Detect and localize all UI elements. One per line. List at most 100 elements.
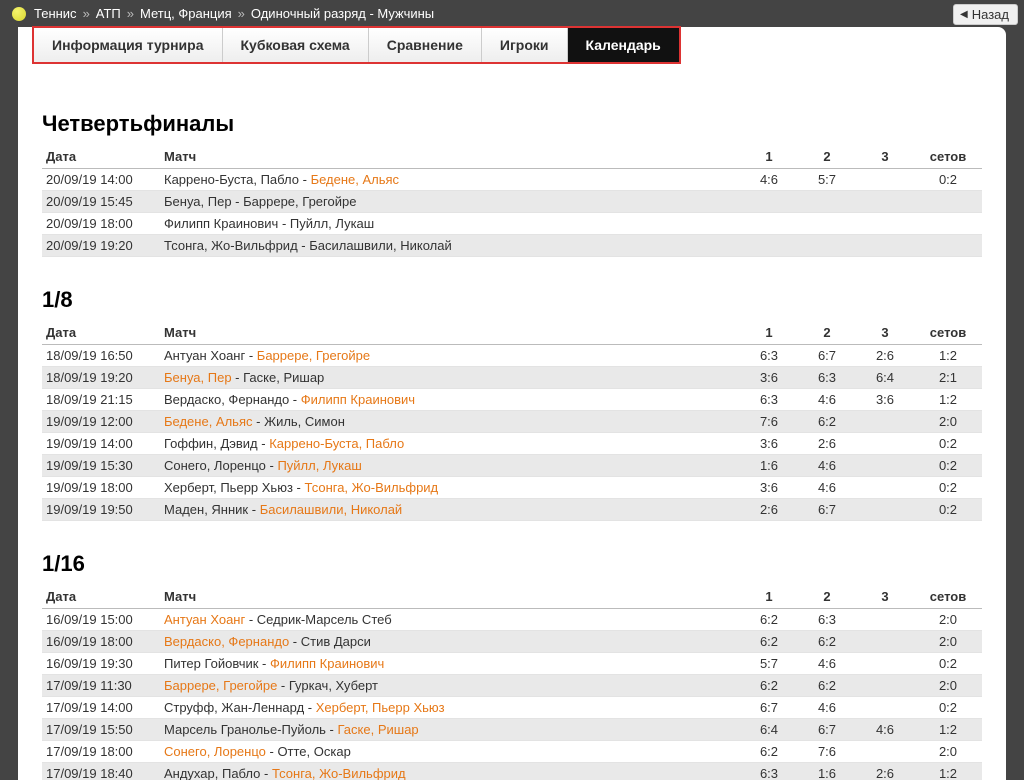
match-players: Антуан Хоанг - Баррере, Грегойре bbox=[160, 345, 740, 367]
player-2[interactable]: Баррере, Грегойре bbox=[243, 194, 356, 209]
score-s2: 2:6 bbox=[798, 433, 856, 455]
score-s2: 4:6 bbox=[798, 697, 856, 719]
tab-кубковая-схема[interactable]: Кубковая схема bbox=[223, 28, 369, 62]
player-2[interactable]: Тсонга, Жо-Вильфрид bbox=[272, 766, 406, 780]
player-2[interactable]: Седрик-Марсель Стеб bbox=[257, 612, 392, 627]
player-2[interactable]: Баррере, Грегойре bbox=[257, 348, 370, 363]
table-row[interactable]: 17/09/19 18:40Андухар, Пабло - Тсонга, Ж… bbox=[42, 763, 982, 780]
chevron-left-icon: ◀ bbox=[960, 9, 968, 20]
player-2[interactable]: Пуйлл, Лукаш bbox=[290, 216, 374, 231]
player-1[interactable]: Маден, Янник bbox=[164, 502, 248, 517]
player-1[interactable]: Антуан Хоанг bbox=[164, 348, 245, 363]
header-s2: 2 bbox=[798, 585, 856, 609]
player-2[interactable]: Отте, Оскар bbox=[277, 744, 350, 759]
player-1[interactable]: Сонего, Лоренцо bbox=[164, 744, 266, 759]
player-1[interactable]: Херберт, Пьерр Хьюз bbox=[164, 480, 293, 495]
player-1[interactable]: Бедене, Альяс bbox=[164, 414, 253, 429]
score-s1: 2:6 bbox=[740, 499, 798, 521]
score-sets: 0:2 bbox=[914, 433, 982, 455]
header-date: Дата bbox=[42, 321, 160, 345]
player-2[interactable]: Пуйлл, Лукаш bbox=[277, 458, 361, 473]
player-1[interactable]: Струфф, Жан-Леннард bbox=[164, 700, 304, 715]
breadcrumb-tour[interactable]: АТП bbox=[96, 6, 121, 21]
player-2[interactable]: Тсонга, Жо-Вильфрид bbox=[304, 480, 438, 495]
table-row[interactable]: 17/09/19 18:00Сонего, Лоренцо - Отте, Ос… bbox=[42, 741, 982, 763]
player-2[interactable]: Филипп Краинович bbox=[270, 656, 384, 671]
player-1[interactable]: Филипп Краинович bbox=[164, 216, 278, 231]
rounds-container: ЧетвертьфиналыДатаМатч123сетов20/09/19 1… bbox=[18, 65, 1006, 780]
breadcrumb-sport[interactable]: Теннис bbox=[34, 6, 77, 21]
player-1[interactable]: Питер Гойовчик bbox=[164, 656, 258, 671]
score-s2 bbox=[798, 191, 856, 213]
table-row[interactable]: 20/09/19 15:45Бенуа, Пер - Баррере, Грег… bbox=[42, 191, 982, 213]
player-2[interactable]: Гуркач, Хуберт bbox=[289, 678, 378, 693]
back-button[interactable]: ◀ Назад bbox=[953, 4, 1018, 25]
tab-информация-турнира[interactable]: Информация турнира bbox=[34, 28, 223, 62]
player-2[interactable]: Басилашвили, Николай bbox=[309, 238, 452, 253]
table-row[interactable]: 16/09/19 19:30Питер Гойовчик - Филипп Кр… bbox=[42, 653, 982, 675]
table-row[interactable]: 16/09/19 18:00Вердаско, Фернандо - Стив … bbox=[42, 631, 982, 653]
player-1[interactable]: Марсель Гранолье-Пуйоль bbox=[164, 722, 326, 737]
player-1[interactable]: Антуан Хоанг bbox=[164, 612, 245, 627]
player-2[interactable]: Басилашвили, Николай bbox=[260, 502, 403, 517]
player-2[interactable]: Филипп Краинович bbox=[301, 392, 415, 407]
header-s3: 3 bbox=[856, 585, 914, 609]
header-sets: сетов bbox=[914, 321, 982, 345]
table-row[interactable]: 18/09/19 21:15Вердаско, Фернандо - Филип… bbox=[42, 389, 982, 411]
player-1[interactable]: Каррено-Буста, Пабло bbox=[164, 172, 299, 187]
table-row[interactable]: 19/09/19 12:00Бедене, Альяс - Жиль, Симо… bbox=[42, 411, 982, 433]
player-2[interactable]: Херберт, Пьерр Хьюз bbox=[316, 700, 445, 715]
score-sets: 2:1 bbox=[914, 367, 982, 389]
score-s2 bbox=[798, 235, 856, 257]
table-row[interactable]: 17/09/19 15:50Марсель Гранолье-Пуйоль - … bbox=[42, 719, 982, 741]
header-s3: 3 bbox=[856, 145, 914, 169]
table-row[interactable]: 17/09/19 14:00Струфф, Жан-Леннард - Херб… bbox=[42, 697, 982, 719]
table-row[interactable]: 19/09/19 18:00Херберт, Пьерр Хьюз - Тсон… bbox=[42, 477, 982, 499]
table-row[interactable]: 19/09/19 19:50Маден, Янник - Басилашвили… bbox=[42, 499, 982, 521]
player-1[interactable]: Андухар, Пабло bbox=[164, 766, 260, 780]
player-1[interactable]: Вердаско, Фернандо bbox=[164, 634, 289, 649]
match-date: 16/09/19 19:30 bbox=[42, 653, 160, 675]
tab-игроки[interactable]: Игроки bbox=[482, 28, 568, 62]
player-1[interactable]: Бенуа, Пер bbox=[164, 194, 232, 209]
player-2[interactable]: Гаске, Ришар bbox=[338, 722, 419, 737]
table-row[interactable]: 20/09/19 14:00Каррено-Буста, Пабло - Бед… bbox=[42, 169, 982, 191]
player-1[interactable]: Гоффин, Дэвид bbox=[164, 436, 258, 451]
player-2[interactable]: Бедене, Альяс bbox=[311, 172, 400, 187]
table-row[interactable]: 20/09/19 18:00Филипп Краинович - Пуйлл, … bbox=[42, 213, 982, 235]
player-2[interactable]: Стив Дарси bbox=[301, 634, 371, 649]
match-players: Маден, Янник - Басилашвили, Николай bbox=[160, 499, 740, 521]
player-1[interactable]: Тсонга, Жо-Вильфрид bbox=[164, 238, 298, 253]
score-s1: 7:6 bbox=[740, 411, 798, 433]
table-row[interactable]: 16/09/19 15:00Антуан Хоанг - Седрик-Марс… bbox=[42, 609, 982, 631]
player-2[interactable]: Каррено-Буста, Пабло bbox=[269, 436, 404, 451]
table-row[interactable]: 19/09/19 14:00Гоффин, Дэвид - Каррено-Бу… bbox=[42, 433, 982, 455]
match-players: Тсонга, Жо-Вильфрид - Басилашвили, Никол… bbox=[160, 235, 740, 257]
table-row[interactable]: 17/09/19 11:30Баррере, Грегойре - Гуркач… bbox=[42, 675, 982, 697]
round-title: 1/16 bbox=[42, 551, 982, 577]
score-sets: 0:2 bbox=[914, 697, 982, 719]
player-2[interactable]: Жиль, Симон bbox=[264, 414, 345, 429]
score-s2: 1:6 bbox=[798, 763, 856, 780]
score-s2: 4:6 bbox=[798, 389, 856, 411]
match-players: Андухар, Пабло - Тсонга, Жо-Вильфрид bbox=[160, 763, 740, 780]
match-players: Вердаско, Фернандо - Филипп Краинович bbox=[160, 389, 740, 411]
player-1[interactable]: Вердаско, Фернандо bbox=[164, 392, 289, 407]
player-1[interactable]: Сонего, Лоренцо bbox=[164, 458, 266, 473]
match-date: 17/09/19 11:30 bbox=[42, 675, 160, 697]
match-date: 16/09/19 15:00 bbox=[42, 609, 160, 631]
table-row[interactable]: 19/09/19 15:30Сонего, Лоренцо - Пуйлл, Л… bbox=[42, 455, 982, 477]
table-row[interactable]: 18/09/19 19:20Бенуа, Пер - Гаске, Ришар3… bbox=[42, 367, 982, 389]
score-s1: 6:4 bbox=[740, 719, 798, 741]
player-1[interactable]: Бенуа, Пер bbox=[164, 370, 232, 385]
player-2[interactable]: Гаске, Ришар bbox=[243, 370, 324, 385]
breadcrumb-event[interactable]: Метц, Франция bbox=[140, 6, 232, 21]
tab-календарь[interactable]: Календарь bbox=[568, 28, 679, 62]
table-row[interactable]: 18/09/19 16:50Антуан Хоанг - Баррере, Гр… bbox=[42, 345, 982, 367]
score-s3: 3:6 bbox=[856, 389, 914, 411]
match-players: Марсель Гранолье-Пуйоль - Гаске, Ришар bbox=[160, 719, 740, 741]
tab-сравнение[interactable]: Сравнение bbox=[369, 28, 482, 62]
score-s3: 4:6 bbox=[856, 719, 914, 741]
player-1[interactable]: Баррере, Грегойре bbox=[164, 678, 277, 693]
table-row[interactable]: 20/09/19 19:20Тсонга, Жо-Вильфрид - Баси… bbox=[42, 235, 982, 257]
